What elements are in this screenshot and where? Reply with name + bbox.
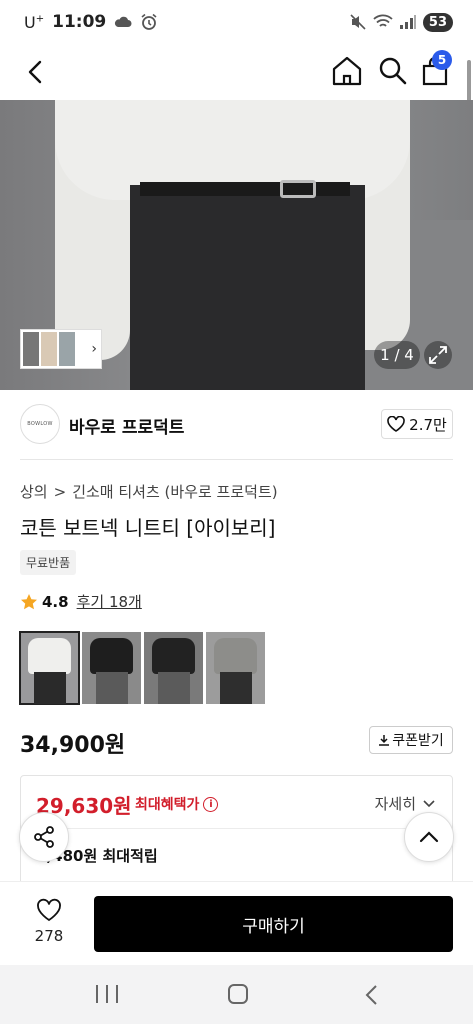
star-icon xyxy=(21,593,37,609)
wishlist-button[interactable]: 278 xyxy=(20,898,78,945)
belt xyxy=(140,182,350,196)
divider xyxy=(20,459,453,460)
thumbnail-3[interactable] xyxy=(59,332,75,366)
breadcrumb-category[interactable]: 상의 xyxy=(20,481,48,502)
back-icon[interactable] xyxy=(20,56,52,88)
benefit-label: 최대혜택가 xyxy=(135,797,200,813)
product-image-carousel[interactable]: › 1 / 4 xyxy=(0,100,473,390)
belt-buckle xyxy=(280,180,316,198)
chevron-right-icon: > xyxy=(53,482,67,501)
scroll-top-button[interactable] xyxy=(404,812,454,862)
breadcrumb-subcategory[interactable]: 긴소매 티셔츠 (바우로 프로덕트) xyxy=(72,481,277,502)
search-icon[interactable] xyxy=(376,54,408,86)
benefit-detail-toggle[interactable]: 자세히 xyxy=(375,793,436,814)
detail-label: 자세히 xyxy=(374,795,416,813)
product-price: 34,900원 xyxy=(20,733,126,758)
jeans xyxy=(130,185,365,390)
battery-level: 53 xyxy=(422,12,453,32)
rating-row[interactable]: 4.8 후기 18개 xyxy=(20,591,142,612)
rating-score: 4.8 xyxy=(42,592,69,611)
brand-like-button[interactable]: 2.7만 xyxy=(381,409,453,439)
home-button-icon[interactable] xyxy=(228,984,248,1004)
benefit-box: 29,630원 최대혜택가 i 자세히 1,480원 최대적립 xyxy=(20,775,453,895)
wishlist-count: 278 xyxy=(34,927,64,945)
thumbnail-2[interactable] xyxy=(41,332,57,366)
free-return-badge: 무료반품 xyxy=(20,550,77,575)
heart-icon xyxy=(387,416,405,432)
system-back-icon[interactable] xyxy=(362,983,382,1007)
status-bar: U+ 11:09 53 xyxy=(0,0,473,44)
signal-icon xyxy=(399,15,416,29)
image-thumbnail-strip[interactable]: › xyxy=(20,329,102,369)
reviews-link[interactable]: 후기 18개 xyxy=(77,591,142,612)
thumbnail-1[interactable] xyxy=(23,332,39,366)
swatch-option[interactable] xyxy=(144,632,203,704)
share-button[interactable] xyxy=(19,812,69,862)
heart-icon xyxy=(37,898,61,922)
chevron-right-icon[interactable]: › xyxy=(91,341,99,357)
bottom-action-bar: 278 구매하기 xyxy=(0,881,473,965)
brand-like-count: 2.7만 xyxy=(409,415,447,434)
recent-apps-icon[interactable] xyxy=(96,985,118,1005)
breadcrumb: 상의 > 긴소매 티셔츠 (바우로 프로덕트) xyxy=(20,481,278,502)
wifi-icon xyxy=(373,14,393,27)
home-icon[interactable] xyxy=(330,54,364,88)
expand-icon[interactable] xyxy=(424,341,452,369)
chevron-down-icon xyxy=(423,799,435,807)
swatch-option[interactable] xyxy=(19,631,80,705)
benefit-label-row[interactable]: 최대혜택가 i xyxy=(135,794,219,814)
product-title: 코튼 보트넥 니트티 [아이보리] xyxy=(20,516,276,540)
carrier-label: U+ xyxy=(24,12,45,32)
coupon-label: 쿠폰받기 xyxy=(392,733,444,749)
share-icon xyxy=(34,826,54,848)
info-icon[interactable]: i xyxy=(203,796,219,812)
image-counter: 1 / 4 xyxy=(374,341,420,369)
status-time: 11:09 xyxy=(52,12,107,32)
cloud-icon xyxy=(115,16,132,27)
swatch-option[interactable] xyxy=(206,632,265,704)
alarm-icon xyxy=(141,13,157,30)
chevron-up-icon xyxy=(419,831,439,843)
divider xyxy=(36,828,439,829)
brand-name[interactable]: 바우로 프로덕트 xyxy=(69,413,184,438)
top-nav xyxy=(0,44,473,100)
coupon-button[interactable]: 쿠폰받기 xyxy=(369,726,453,754)
buy-button[interactable]: 구매하기 xyxy=(94,896,453,952)
brand-row[interactable]: BOWLOW 바우로 프로덕트 2.7만 xyxy=(20,404,453,446)
swatch-option[interactable] xyxy=(82,632,141,704)
brand-logo[interactable]: BOWLOW xyxy=(20,404,60,444)
system-nav-bar xyxy=(0,965,473,1024)
color-swatches xyxy=(19,631,265,705)
cart-count-badge: 5 xyxy=(432,50,452,70)
mute-icon xyxy=(350,14,366,30)
download-icon xyxy=(379,735,390,746)
